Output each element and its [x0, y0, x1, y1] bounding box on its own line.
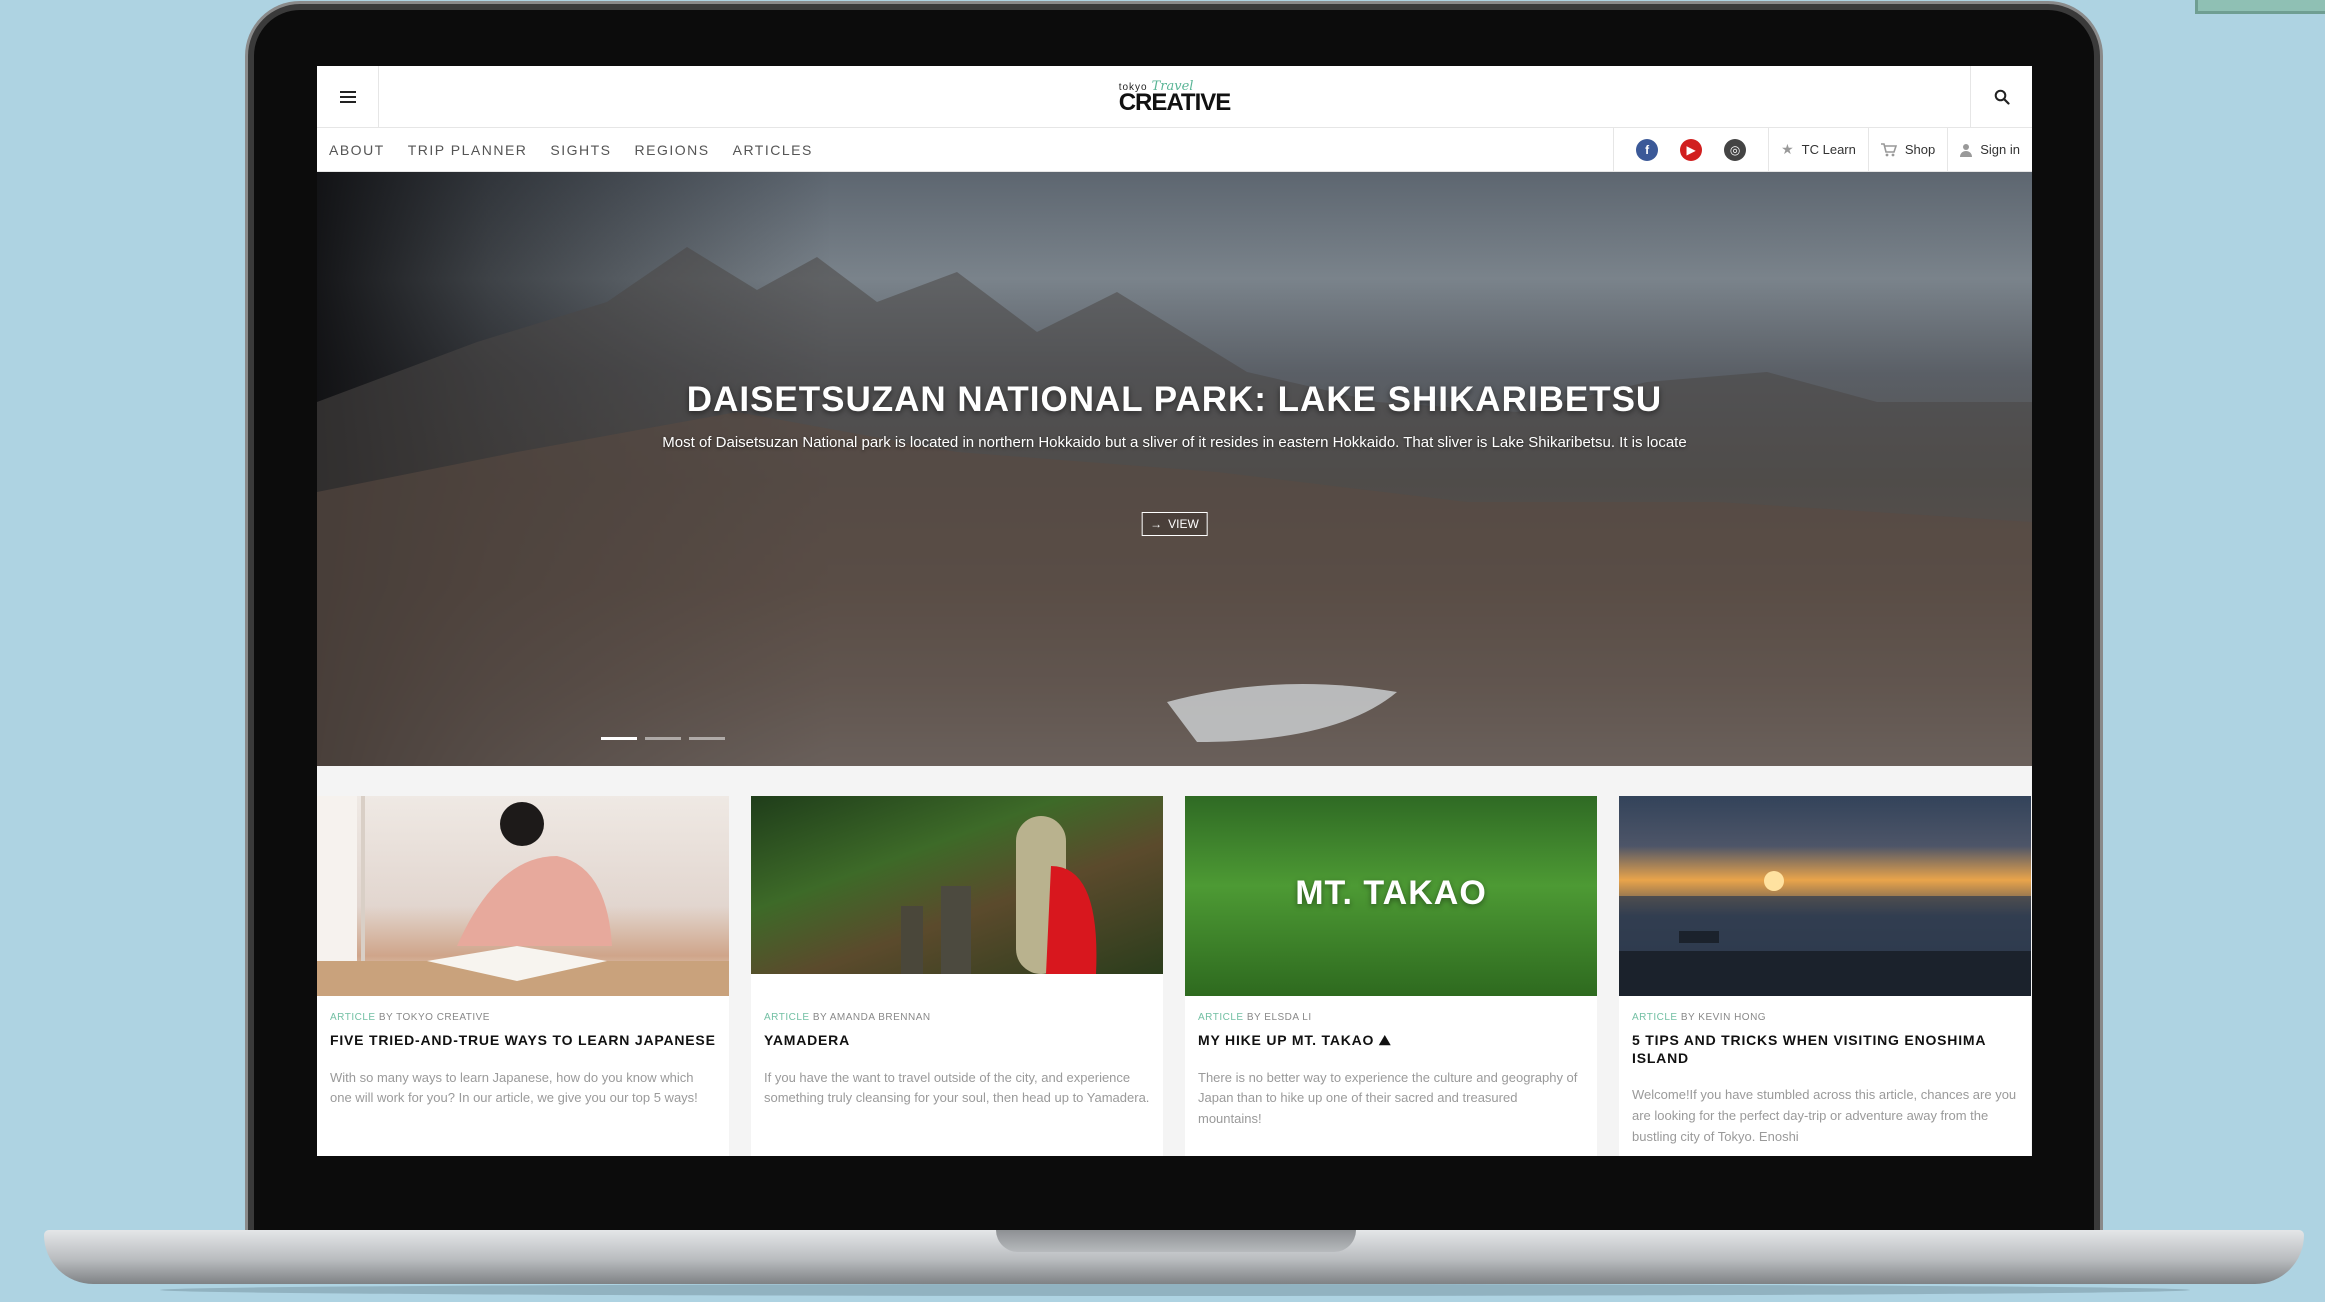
enoshima-sunset-image: [1619, 871, 2031, 996]
card-title[interactable]: YAMADERA: [764, 1032, 1150, 1050]
social-links: f ▶ ◎: [1613, 128, 1768, 171]
slide-indicators: [601, 737, 725, 740]
slide-dot-3[interactable]: [689, 737, 725, 740]
cart-icon: [1880, 142, 1897, 156]
card-meta: ARTICLE BY TOKYO CREATIVE: [330, 1012, 716, 1023]
card-byline: BY KEVIN HONG: [1677, 1012, 1767, 1023]
search-button[interactable]: [1970, 66, 2032, 128]
view-button[interactable]: → VIEW: [1141, 512, 1208, 536]
search-icon: [1994, 89, 2010, 105]
card-title[interactable]: FIVE TRIED-AND-TRUE WAYS TO LEARN JAPANE…: [330, 1032, 716, 1050]
card-excerpt: With so many ways to learn Japanese, how…: [330, 1069, 698, 1106]
nav-utilities: f ▶ ◎ ★ TC Learn Shop Sign in: [1613, 128, 2032, 171]
card-meta: ARTICLE BY ELSDA LI: [1198, 1012, 1584, 1023]
browser-screen: tokyo Travel CREATIVE ABOUT TRIP PLANNER…: [317, 66, 2032, 1156]
article-cards: ARTICLE BY TOKYO CREATIVE FIVE TRIED-AND…: [317, 766, 2032, 1156]
nav-regions[interactable]: REGIONS: [635, 142, 710, 158]
star-icon: ★: [1781, 141, 1794, 157]
laptop-notch: [996, 1230, 1356, 1252]
card-tag[interactable]: ARTICLE: [330, 1012, 376, 1023]
hero-mountain-image: [317, 247, 2032, 766]
card-image-text: MT. TAKAO: [1295, 874, 1487, 912]
site-logo[interactable]: tokyo Travel CREATIVE: [1118, 80, 1232, 116]
site-header: tokyo Travel CREATIVE: [317, 66, 2032, 128]
nav-articles[interactable]: ARTICLES: [733, 142, 813, 158]
tc-learn-link[interactable]: ★ TC Learn: [1768, 128, 1868, 171]
arrow-right-icon: →: [1150, 517, 1163, 531]
logo-main-text: CREATIVE: [1118, 89, 1232, 116]
user-icon: [1960, 143, 1973, 157]
shop-label: Shop: [1904, 142, 1936, 157]
slide-dot-2[interactable]: [645, 737, 681, 740]
card-byline: BY AMANDA BRENNAN: [809, 1012, 931, 1023]
article-card[interactable]: MT. TAKAO ARTICLE BY ELSDA LI MY HIKE UP…: [1185, 796, 1597, 1156]
card-byline: BY ELSDA LI: [1243, 1012, 1312, 1023]
yamadera-statue-image: [901, 816, 1097, 974]
card-title[interactable]: 5 TIPS AND TRICKS WHEN VISITING ENOSHIMA…: [1632, 1032, 2018, 1067]
sign-in-link[interactable]: Sign in: [1947, 128, 2032, 171]
nav-sights[interactable]: SIGHTS: [550, 142, 611, 158]
hamburger-icon: [339, 95, 356, 98]
menu-button[interactable]: [317, 66, 379, 128]
article-card[interactable]: ARTICLE BY AMANDA BRENNAN YAMADERA If yo…: [751, 796, 1163, 1156]
laptop-shadow: [160, 1284, 2190, 1296]
card-excerpt: Welcome!If you have stumbled across this…: [1632, 1087, 2017, 1144]
youtube-icon[interactable]: ▶: [1680, 138, 1703, 161]
card-meta: ARTICLE BY AMANDA BRENNAN: [764, 1012, 1150, 1023]
card-tag[interactable]: ARTICLE: [764, 1012, 810, 1023]
sign-in-label: Sign in: [1980, 142, 2020, 157]
card-excerpt: If you have the want to travel outside o…: [764, 1069, 1150, 1106]
slide-dot-1[interactable]: [601, 737, 637, 740]
nav-links: ABOUT TRIP PLANNER SIGHTS REGIONS ARTICL…: [317, 142, 813, 158]
instagram-icon[interactable]: ◎: [1724, 138, 1747, 161]
card-image[interactable]: MT. TAKAO: [1185, 796, 1597, 996]
card-tag[interactable]: ARTICLE: [1198, 1012, 1244, 1023]
nav-about[interactable]: ABOUT: [329, 142, 385, 158]
card-meta: ARTICLE BY KEVIN HONG: [1632, 1012, 2018, 1023]
article-card[interactable]: ARTICLE BY TOKYO CREATIVE FIVE TRIED-AND…: [317, 796, 729, 1156]
hero-description: Most of Daisetsuzan National park is loc…: [662, 434, 1687, 451]
facebook-icon[interactable]: f: [1636, 138, 1659, 161]
card-image[interactable]: [1619, 796, 2031, 996]
hero-title: DAISETSUZAN NATIONAL PARK: LAKE SHIKARIB…: [686, 380, 1663, 419]
nav-trip-planner[interactable]: TRIP PLANNER: [408, 142, 528, 158]
card-title[interactable]: MY HIKE UP MT. TAKAO ⛰: [1198, 1032, 1584, 1050]
card-image[interactable]: [751, 796, 1163, 974]
main-nav: ABOUT TRIP PLANNER SIGHTS REGIONS ARTICL…: [317, 128, 2032, 172]
tc-learn-label: TC Learn: [1801, 142, 1856, 157]
card-tag[interactable]: ARTICLE: [1632, 1012, 1678, 1023]
view-button-label: VIEW: [1168, 517, 1199, 531]
hero-slider: DAISETSUZAN NATIONAL PARK: LAKE SHIKARIB…: [317, 172, 2032, 766]
corner-accent: [2195, 0, 2325, 14]
shop-link[interactable]: Shop: [1867, 128, 1947, 171]
card-image[interactable]: [317, 796, 729, 996]
woman-studying-image: [317, 796, 729, 996]
card-excerpt: There is no better way to experience the…: [1198, 1069, 1578, 1127]
card-byline: BY TOKYO CREATIVE: [375, 1012, 490, 1023]
article-card[interactable]: ARTICLE BY KEVIN HONG 5 TIPS AND TRICKS …: [1619, 796, 2031, 1156]
